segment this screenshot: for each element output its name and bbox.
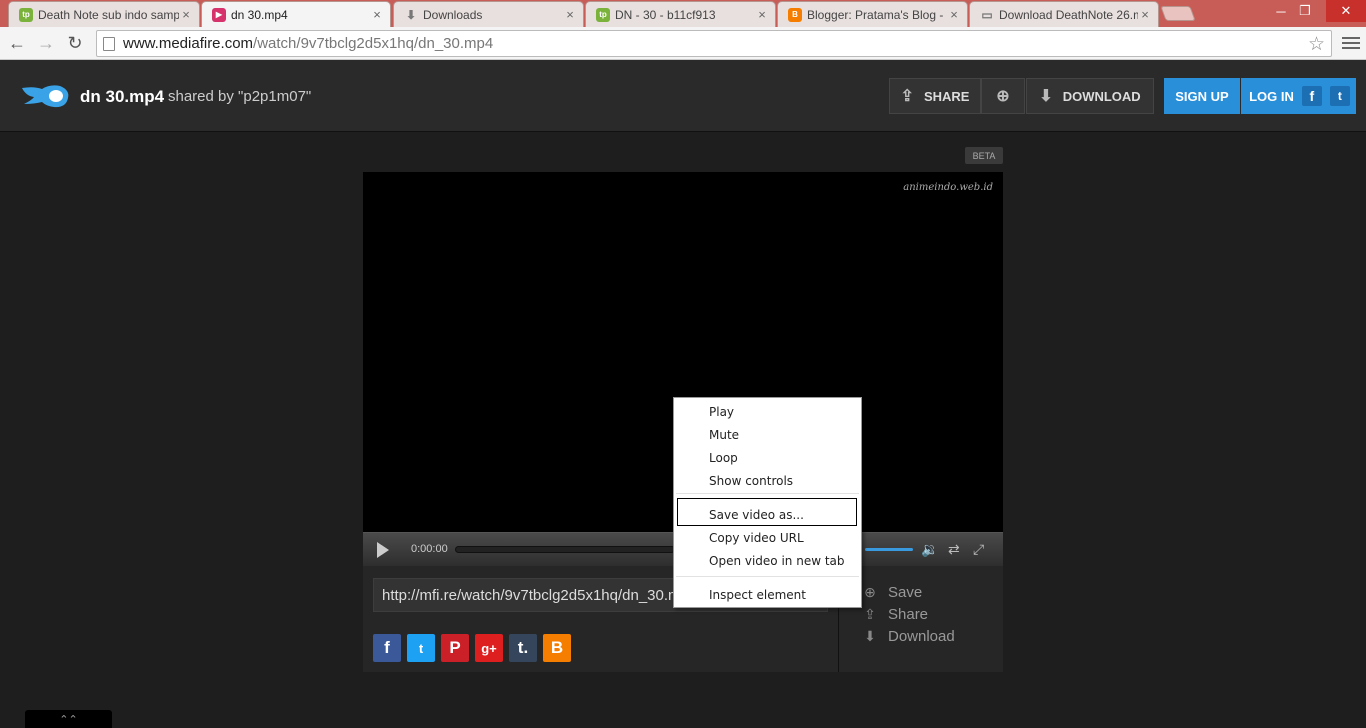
log-in-button[interactable]: LOG IN f t [1241, 78, 1356, 114]
browser-tab-active[interactable]: ▶ dn 30.mp4 × [201, 1, 391, 27]
share-label: Share [888, 606, 929, 623]
file-name: dn 30.mp4 [80, 87, 165, 106]
volume-slider[interactable] [865, 548, 913, 551]
tab-title: Blogger: Pratama's Blog - [807, 7, 944, 22]
context-menu-open-in-new-tab[interactable]: Open video in new tab [709, 551, 845, 571]
page-icon [103, 36, 115, 51]
tab-favicon-icon: tp [19, 7, 33, 22]
tab-title: DN - 30 - b11cf913 [615, 7, 716, 22]
log-in-label: LOG IN [1249, 88, 1294, 104]
pinterest-share-icon[interactable]: P [441, 634, 469, 662]
download-label: Download [888, 628, 955, 645]
download-button[interactable]: ⬇ DOWNLOAD [1026, 78, 1154, 114]
download-icon: ⬇ [1039, 88, 1053, 105]
url-path: /watch/9v7tbclg2d5x1hq/dn_30.mp4 [253, 35, 494, 52]
forward-arrow-icon[interactable]: → [34, 32, 58, 54]
tab-title: Death Note sub indo samp [38, 7, 179, 22]
video-watermark: animeindo.web.id [903, 182, 993, 193]
download-icon: ⬇ [864, 628, 876, 644]
context-menu-loop[interactable]: Loop [709, 448, 738, 468]
sign-up-button[interactable]: SIGN UP [1164, 78, 1240, 114]
new-tab-button[interactable] [1160, 6, 1196, 21]
context-menu-play[interactable]: Play [709, 402, 734, 422]
save-icon: ⊕ [864, 584, 876, 600]
folder-icon: ▭ [981, 7, 993, 22]
share-action[interactable]: ⇪ Share [862, 606, 928, 623]
bookmark-star-icon[interactable]: ☆ [1308, 33, 1325, 56]
video-context-menu: Play Mute Loop Show controls Save video … [673, 397, 862, 608]
twitter-icon[interactable]: t [1329, 86, 1350, 106]
mediafire-logo-icon[interactable] [20, 82, 70, 110]
collapse-panel-tab[interactable]: ⌃⌃ [25, 710, 112, 728]
context-menu-save-video-as[interactable]: Save video as... [709, 505, 804, 525]
tab-favicon-icon: ▶ [212, 7, 226, 22]
speaker-icon[interactable]: 🔉 [921, 541, 938, 558]
share-button[interactable]: ⇪ SHARE [889, 78, 981, 114]
social-share-row: f t P g+ t. B [373, 634, 571, 662]
download-label: DOWNLOAD [1062, 88, 1141, 104]
menu-separator [676, 493, 859, 494]
browser-toolbar: ← → ↻ www.mediafire.com/watch/9v7tbclg2d… [0, 27, 1366, 60]
facebook-icon[interactable]: f [1301, 86, 1322, 106]
menu-separator [676, 576, 859, 577]
facebook-share-icon[interactable]: f [373, 634, 401, 662]
play-icon[interactable] [377, 542, 389, 558]
share-label: SHARE [923, 88, 970, 104]
twitter-share-icon[interactable]: t [407, 634, 435, 662]
blogger-icon: B [788, 7, 802, 22]
tab-favicon-icon: tp [596, 7, 610, 22]
google-plus-share-icon[interactable]: g+ [475, 634, 503, 662]
context-menu-show-controls[interactable]: Show controls [709, 471, 793, 491]
address-bar[interactable]: www.mediafire.com/watch/9v7tbclg2d5x1hq/… [96, 30, 1332, 57]
seek-bar[interactable] [455, 546, 675, 553]
browser-tab-strip: tp Death Note sub indo samp × ▶ dn 30.mp… [0, 0, 1366, 27]
close-tab-icon[interactable]: × [947, 7, 961, 22]
close-tab-icon[interactable]: × [370, 7, 384, 22]
save-label: Save [888, 584, 923, 601]
current-time: 0:00:00 [411, 543, 448, 555]
url-domain: www.mediafire.com [123, 35, 254, 52]
download-action[interactable]: ⬇ Download [862, 628, 955, 645]
mediafire-header: dn 30.mp4 shared by "p2p1m07" ⇪ SHARE ⊕ … [0, 60, 1366, 132]
loop-icon[interactable]: ⇄ [948, 541, 960, 558]
maximize-icon[interactable]: ❐ [1290, 0, 1320, 22]
fullscreen-icon[interactable]: ⤢ [973, 541, 984, 558]
browser-tab[interactable]: ▭ Download DeathNote 26.m × [969, 1, 1159, 27]
tab-title: Downloads [423, 7, 483, 22]
back-arrow-icon[interactable]: ← [5, 32, 29, 54]
close-tab-icon[interactable]: × [755, 7, 769, 22]
window-close-icon[interactable]: ✕ [1326, 0, 1366, 22]
blogger-share-icon[interactable]: B [543, 634, 571, 662]
download-icon: ⬇ [405, 7, 417, 22]
tab-title: Download DeathNote 26.m [999, 7, 1138, 22]
share-icon: ⇪ [864, 606, 876, 622]
close-tab-icon[interactable]: × [563, 7, 577, 22]
chevron-up-icon: ⌃⌃ [59, 713, 78, 726]
chrome-menu-icon[interactable] [1342, 33, 1360, 53]
share-icon: ⇪ [900, 88, 914, 105]
browser-tab[interactable]: ⬇ Downloads × [393, 1, 584, 27]
save-to-account-button[interactable]: ⊕ [981, 78, 1025, 114]
save-action[interactable]: ⊕ Save [862, 584, 922, 601]
browser-tab[interactable]: tp Death Note sub indo samp × [8, 1, 200, 27]
browser-tab[interactable]: tp DN - 30 - b11cf913 × [585, 1, 776, 27]
reload-icon[interactable]: ↻ [63, 32, 87, 54]
close-tab-icon[interactable]: × [179, 7, 193, 22]
beta-badge: BETA [965, 147, 1003, 164]
context-menu-inspect-element[interactable]: Inspect element [709, 585, 806, 605]
close-tab-icon[interactable]: × [1138, 7, 1152, 22]
tab-title: dn 30.mp4 [231, 7, 288, 22]
shared-by-text: shared by "p2p1m07" [168, 88, 312, 105]
add-to-mediafire-icon: ⊕ [996, 88, 1010, 105]
tumblr-share-icon[interactable]: t. [509, 634, 537, 662]
browser-tab[interactable]: B Blogger: Pratama's Blog - × [777, 1, 968, 27]
context-menu-copy-video-url[interactable]: Copy video URL [709, 528, 804, 548]
context-menu-mute[interactable]: Mute [709, 425, 739, 445]
